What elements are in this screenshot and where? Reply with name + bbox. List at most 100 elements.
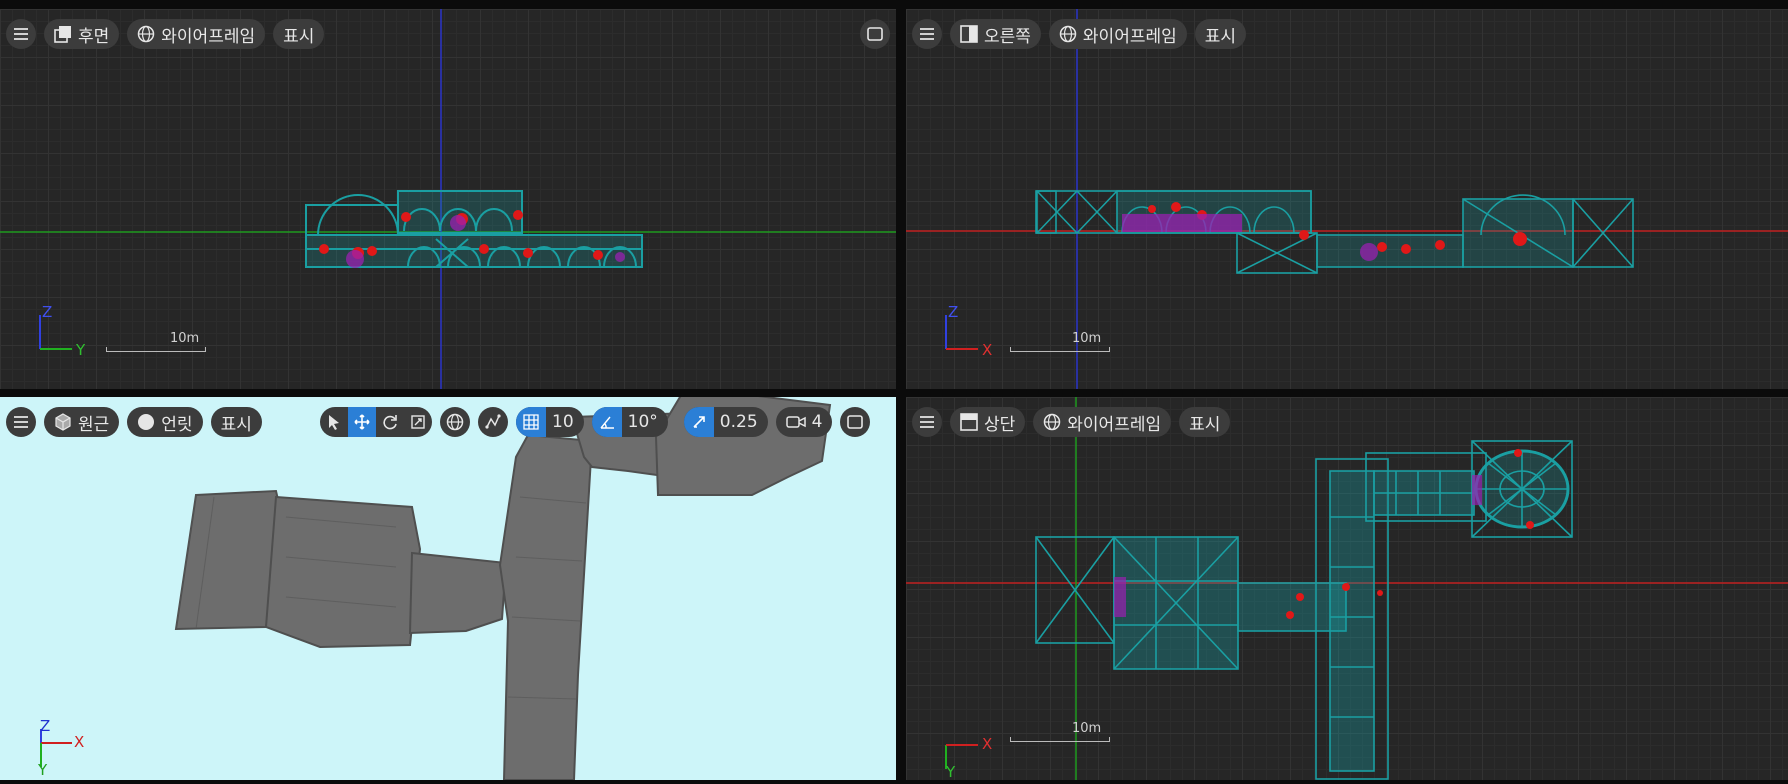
- floor-block-vertical: [498, 433, 594, 780]
- shading-mode-button[interactable]: 와이어프레임: [127, 19, 266, 49]
- show-menu-button[interactable]: 표시: [210, 407, 262, 437]
- rotation-snap-value[interactable]: 10°: [622, 407, 668, 437]
- rotate-icon: [383, 415, 397, 430]
- view-mode-label: 원근: [78, 414, 110, 435]
- scale-bar-label: 10m: [170, 331, 200, 346]
- axis-up-label: Z: [40, 717, 51, 735]
- scale-snap-toggle[interactable]: [683, 407, 714, 437]
- camera-speed-label: 4: [811, 412, 823, 432]
- globe-icon: [446, 413, 464, 431]
- shading-mode-label: 와이어프레임: [1067, 414, 1162, 435]
- view-mode-button[interactable]: 상단: [950, 407, 1026, 437]
- show-menu-label: 표시: [220, 414, 252, 435]
- rotation-snap-toggle[interactable]: [591, 407, 622, 437]
- show-menu-button[interactable]: 표시: [1194, 19, 1247, 49]
- show-menu-label: 표시: [283, 26, 315, 47]
- grid-snap-value[interactable]: 10: [546, 407, 584, 437]
- show-menu-label: 표시: [1189, 414, 1221, 435]
- viewport-menu-button[interactable]: [6, 407, 36, 437]
- viewport-back[interactable]: 후면 와이어프레임 표시 Z Y 10m: [0, 9, 896, 389]
- shading-mode-button[interactable]: 언릿: [127, 407, 203, 437]
- scale-tool-button[interactable]: [404, 407, 432, 437]
- camera-speed-button[interactable]: 4: [775, 407, 833, 437]
- scale-icon: [411, 415, 425, 429]
- right-view-icon: [960, 25, 978, 43]
- viewport-menu-button[interactable]: [912, 19, 942, 49]
- floor-block-corridor: [408, 551, 508, 635]
- show-menu-button[interactable]: 표시: [1179, 407, 1231, 437]
- axis-right-label: X: [74, 733, 85, 751]
- shading-mode-button[interactable]: 와이어프레임: [1048, 19, 1187, 49]
- move-tool-button[interactable]: [348, 407, 376, 437]
- hamburger-icon: [14, 28, 28, 40]
- axis-forward-label: Y: [38, 761, 48, 779]
- globe-icon: [1044, 413, 1061, 431]
- globe-icon: [1059, 25, 1077, 43]
- cursor-icon: [329, 415, 339, 430]
- shading-mode-label: 와이어프레임: [1082, 26, 1177, 47]
- surface-snap-button[interactable]: [478, 407, 508, 437]
- shading-mode-button[interactable]: 와이어프레임: [1033, 407, 1172, 437]
- transform-toolbar: 10 10° 0.25 4: [320, 407, 871, 437]
- view-mode-label: 후면: [78, 26, 110, 47]
- axis-gizmo: Z Y: [36, 303, 96, 359]
- back-view-icon: [54, 26, 71, 43]
- shading-mode-label: 와이어프레임: [161, 26, 256, 47]
- axis-gizmo: Z X: [942, 303, 1002, 359]
- viewport-top[interactable]: 상단 와이어프레임 표시 X Y 10m: [906, 397, 1788, 780]
- surface-snap-icon: [485, 414, 501, 429]
- camera-icon: [785, 416, 806, 428]
- hamburger-icon: [920, 28, 934, 40]
- show-menu-label: 표시: [1204, 26, 1237, 47]
- view-mode-button[interactable]: 원근: [44, 407, 120, 437]
- axis-gizmo: X Y: [942, 727, 1002, 780]
- globe-icon: [138, 25, 155, 43]
- view-mode-button[interactable]: 후면: [44, 19, 120, 49]
- grid-snap-toggle[interactable]: [516, 407, 546, 437]
- scale-snap-icon: [693, 416, 705, 428]
- hamburger-icon: [920, 416, 934, 428]
- floor-block-left: [174, 489, 284, 631]
- rotate-tool-button[interactable]: [376, 407, 404, 437]
- axis-right-label: X: [982, 735, 993, 753]
- select-tool-button[interactable]: [320, 407, 348, 437]
- axis-gizmo: Z X Y: [36, 717, 96, 779]
- angle-icon: [600, 416, 614, 429]
- viewport-perspective[interactable]: 원근 언릿 표시 10 10° 0.25 4 Z X Y: [0, 397, 896, 780]
- viewport-menu-button[interactable]: [6, 19, 36, 49]
- viewport-right[interactable]: 오른쪽 와이어프레임 표시 Z X 10m: [906, 9, 1788, 389]
- axis-up-label: Z: [42, 303, 53, 321]
- maximize-icon: [867, 27, 883, 41]
- top-view-icon: [960, 413, 978, 431]
- hamburger-icon: [14, 416, 28, 428]
- maximize-icon: [847, 415, 864, 429]
- maximize-viewport-button[interactable]: [860, 19, 890, 49]
- axis-right-label: X: [982, 341, 993, 359]
- scale-snap-group: 0.25: [683, 407, 768, 437]
- view-mode-button[interactable]: 오른쪽: [950, 19, 1041, 49]
- move-icon: [354, 414, 370, 430]
- rotation-snap-group: 10°: [591, 407, 668, 437]
- grid-icon: [523, 414, 539, 430]
- axis-right-label: Y: [76, 341, 86, 359]
- maximize-viewport-button[interactable]: [840, 407, 871, 437]
- viewport-menu-button[interactable]: [912, 407, 942, 437]
- floor-block-hall: [264, 495, 422, 649]
- cube-icon: [55, 413, 71, 431]
- transform-mode-group: [320, 407, 432, 437]
- shading-mode-label: 언릿: [161, 414, 193, 435]
- view-mode-label: 상단: [984, 414, 1016, 435]
- axis-up-label: Y: [946, 763, 956, 780]
- scale-bar: 10m: [1010, 331, 1110, 352]
- show-menu-button[interactable]: 표시: [273, 19, 325, 49]
- scale-bar-label: 10m: [1072, 331, 1102, 346]
- perspective-scene: [174, 397, 832, 780]
- scale-snap-value[interactable]: 0.25: [714, 407, 768, 437]
- circle-icon: [138, 414, 155, 430]
- axis-up-label: Z: [948, 303, 959, 321]
- scale-bar: 10m: [1010, 721, 1110, 742]
- scale-bar: 10m: [106, 331, 206, 352]
- view-mode-label: 오른쪽: [984, 26, 1031, 47]
- scale-bar-label: 10m: [1072, 721, 1102, 736]
- coordinate-space-button[interactable]: [440, 407, 470, 437]
